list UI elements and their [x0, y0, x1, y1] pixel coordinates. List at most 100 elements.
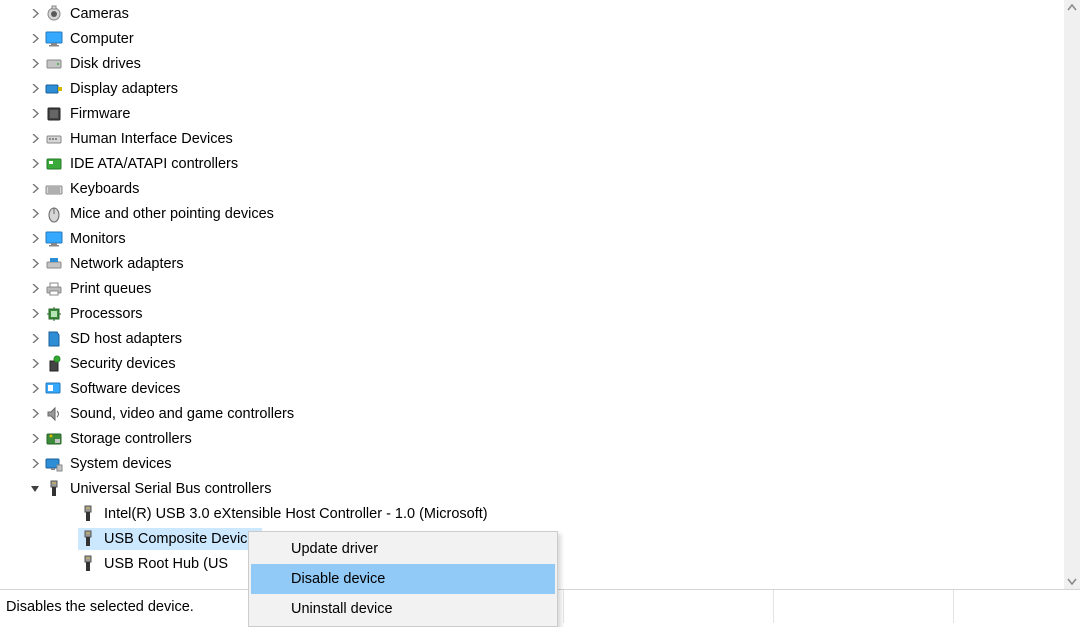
ide-icon [44, 154, 64, 174]
software-icon [44, 379, 64, 399]
tree-item-label: Intel(R) USB 3.0 eXtensible Host Control… [104, 506, 488, 522]
tree-item-storage[interactable]: Storage controllers [0, 426, 1064, 451]
display-adapter-icon [44, 79, 64, 99]
tree-item-label: Firmware [70, 106, 130, 122]
tree-item-hid[interactable]: Human Interface Devices [0, 126, 1064, 151]
network-icon [44, 254, 64, 274]
chevron-right-icon [26, 405, 44, 423]
context-menu: Update driver Disable device Uninstall d… [248, 531, 558, 627]
menu-item-uninstall-device[interactable]: Uninstall device [251, 594, 555, 624]
tree-item-label: Monitors [70, 231, 126, 247]
chevron-right-icon [26, 455, 44, 473]
status-text: Disables the selected device. [6, 599, 194, 615]
chevron-right-icon [26, 205, 44, 223]
chevron-right-icon [26, 230, 44, 248]
hid-icon [44, 129, 64, 149]
chevron-right-icon [26, 155, 44, 173]
usb-icon [78, 504, 98, 524]
tree-item-label: SD host adapters [70, 331, 182, 347]
usb-icon [44, 479, 64, 499]
tree-item-label: Security devices [70, 356, 176, 372]
keyboard-icon [44, 179, 64, 199]
device-tree: Cameras Computer Disk drives Display ada… [0, 0, 1064, 589]
tree-item-sd[interactable]: SD host adapters [0, 326, 1064, 351]
tree-item-keyboards[interactable]: Keyboards [0, 176, 1064, 201]
chevron-right-icon [26, 380, 44, 398]
tree-item-cameras[interactable]: Cameras [0, 1, 1064, 26]
tree-item-label: Computer [70, 31, 134, 47]
storage-icon [44, 429, 64, 449]
chevron-right-icon [26, 255, 44, 273]
chevron-right-icon [26, 105, 44, 123]
tree-item-label: IDE ATA/ATAPI controllers [70, 156, 238, 172]
chevron-placeholder [60, 530, 78, 548]
chevron-right-icon [26, 5, 44, 23]
chevron-right-icon [26, 355, 44, 373]
tree-item-label: USB Root Hub (US [104, 556, 228, 572]
tree-item-label: Network adapters [70, 256, 184, 272]
chevron-down-icon [26, 480, 44, 498]
tree-item-label: Display adapters [70, 81, 178, 97]
tree-item-label: Print queues [70, 281, 151, 297]
status-cell-2 [564, 590, 774, 623]
scroll-up-button[interactable] [1064, 0, 1080, 16]
tree-item-ide[interactable]: IDE ATA/ATAPI controllers [0, 151, 1064, 176]
chevron-right-icon [26, 180, 44, 198]
chevron-right-icon [26, 80, 44, 98]
mouse-icon [44, 204, 64, 224]
tree-item-label: Cameras [70, 6, 129, 22]
tree-item-system[interactable]: System devices [0, 451, 1064, 476]
vertical-scrollbar[interactable] [1064, 0, 1080, 589]
tree-item-label: Processors [70, 306, 143, 322]
tree-item-label: Disk drives [70, 56, 141, 72]
tree-item-label: Universal Serial Bus controllers [70, 481, 271, 497]
tree-item-print[interactable]: Print queues [0, 276, 1064, 301]
tree-item-label: Human Interface Devices [70, 131, 233, 147]
tree-item-label: System devices [70, 456, 172, 472]
tree-item-label: Storage controllers [70, 431, 192, 447]
cpu-icon [44, 304, 64, 324]
chevron-right-icon [26, 280, 44, 298]
tree-item-display-adapters[interactable]: Display adapters [0, 76, 1064, 101]
usb-icon [78, 554, 98, 574]
chevron-right-icon [26, 330, 44, 348]
tree-item-label: Keyboards [70, 181, 139, 197]
sd-icon [44, 329, 64, 349]
menu-item-disable-device[interactable]: Disable device [251, 564, 555, 594]
tree-item-sound[interactable]: Sound, video and game controllers [0, 401, 1064, 426]
tree-item-mice[interactable]: Mice and other pointing devices [0, 201, 1064, 226]
menu-item-update-driver[interactable]: Update driver [251, 534, 555, 564]
sound-icon [44, 404, 64, 424]
chevron-right-icon [26, 55, 44, 73]
chevron-right-icon [26, 130, 44, 148]
chevron-right-icon [26, 30, 44, 48]
tree-item-firmware[interactable]: Firmware [0, 101, 1064, 126]
tree-item-usb-controllers[interactable]: Universal Serial Bus controllers [0, 476, 1064, 501]
chevron-right-icon [26, 305, 44, 323]
tree-item-software[interactable]: Software devices [0, 376, 1064, 401]
tree-item-disk-drives[interactable]: Disk drives [0, 51, 1064, 76]
monitor-icon [44, 29, 64, 49]
chevron-placeholder [60, 555, 78, 573]
system-icon [44, 454, 64, 474]
tree-item-monitors[interactable]: Monitors [0, 226, 1064, 251]
status-cell-3 [774, 590, 954, 623]
menu-item-label: Update driver [291, 541, 378, 557]
menu-item-label: Uninstall device [291, 601, 393, 617]
tree-item-security[interactable]: Security devices [0, 351, 1064, 376]
camera-icon [44, 4, 64, 24]
monitor-icon [44, 229, 64, 249]
tree-item-label: Mice and other pointing devices [70, 206, 274, 222]
security-icon [44, 354, 64, 374]
tree-item-label: Sound, video and game controllers [70, 406, 294, 422]
tree-item-processors[interactable]: Processors [0, 301, 1064, 326]
menu-item-label: Disable device [291, 571, 385, 587]
firmware-icon [44, 104, 64, 124]
scroll-down-button[interactable] [1064, 573, 1080, 589]
tree-item-network[interactable]: Network adapters [0, 251, 1064, 276]
tree-item-usb-child-0[interactable]: Intel(R) USB 3.0 eXtensible Host Control… [0, 501, 1064, 526]
disk-icon [44, 54, 64, 74]
tree-item-computer[interactable]: Computer [0, 26, 1064, 51]
printer-icon [44, 279, 64, 299]
usb-icon [78, 529, 98, 549]
